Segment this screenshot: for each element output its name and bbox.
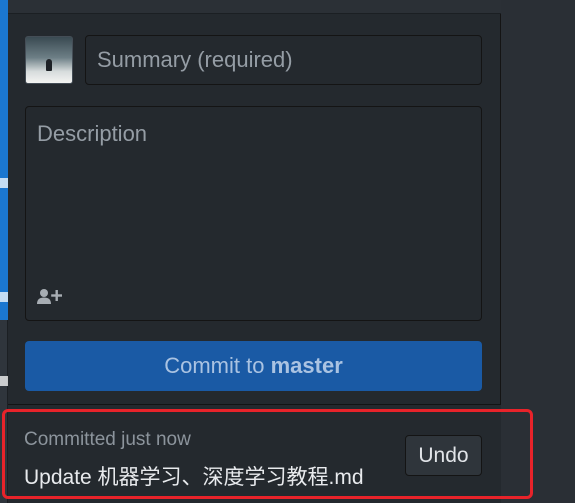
description-textarea[interactable] <box>26 107 481 277</box>
changes-list-bottom-edge <box>8 0 501 14</box>
last-commit-message: Update 机器学习、深度学习教程.md <box>24 466 364 489</box>
background-window-blue-edge <box>0 0 8 320</box>
summary-input[interactable] <box>85 35 482 85</box>
avatar <box>25 36 73 84</box>
undo-button[interactable]: Undo <box>405 435 482 476</box>
add-coauthor-icon[interactable] <box>36 287 62 307</box>
background-window-mark <box>0 292 8 302</box>
commit-branch-name: master <box>270 353 343 378</box>
commit-button[interactable]: Commit to master <box>25 341 482 391</box>
background-window-edge <box>0 0 8 503</box>
background-window-mark <box>0 178 8 188</box>
undo-commit-section: Committed just now Update 机器学习、深度学习教程.md… <box>8 404 501 503</box>
avatar-figure <box>46 59 52 71</box>
diff-pane <box>501 0 575 503</box>
commit-button-prefix: Commit to <box>164 353 271 378</box>
description-box <box>25 106 482 321</box>
background-window-mark <box>0 376 8 386</box>
committed-time-text: Committed just now <box>24 429 191 450</box>
